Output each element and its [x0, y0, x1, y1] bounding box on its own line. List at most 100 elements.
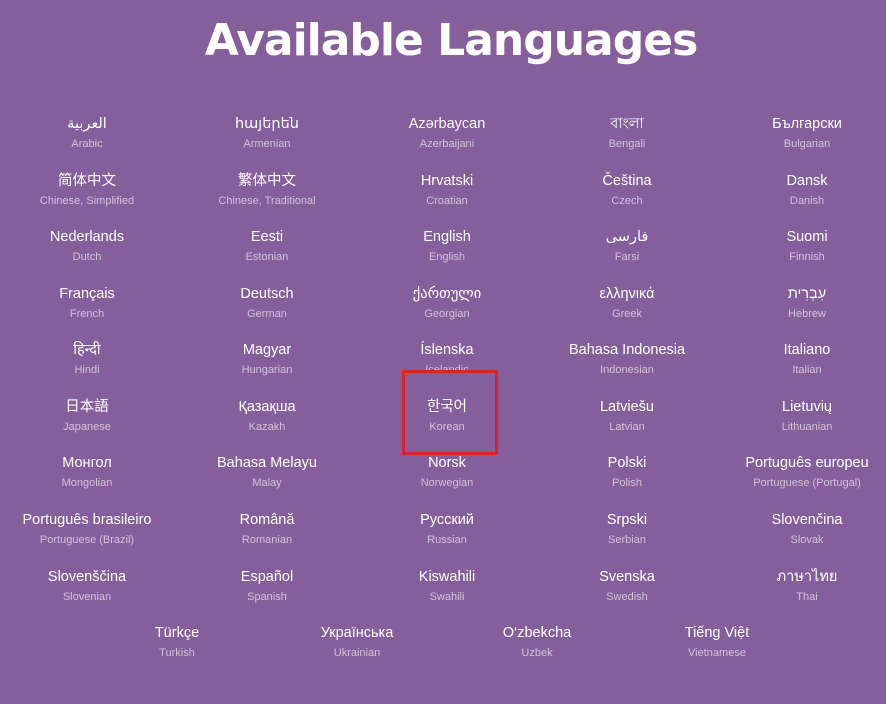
language-english-name: Malay — [252, 477, 282, 489]
language-english-name: Latvian — [609, 421, 645, 433]
language-item-swedish[interactable]: Svenska Swedish — [547, 568, 707, 608]
language-english-name: Ukrainian — [333, 647, 381, 659]
language-english-name: Chinese, Simplified — [39, 195, 135, 207]
language-english-name: Serbian — [608, 534, 646, 546]
language-item-uzbek[interactable]: O‘zbekcha Uzbek — [457, 624, 617, 664]
language-english-name: Romanian — [241, 534, 293, 546]
language-native-name: Magyar — [242, 342, 292, 358]
language-item-indonesian[interactable]: Bahasa Indonesia Indonesian — [547, 341, 707, 381]
language-english-name: Thai — [796, 591, 818, 603]
language-english-name: Arabic — [71, 138, 103, 150]
language-item-ukrainian[interactable]: Українська Ukrainian — [277, 624, 437, 664]
language-item-romanian[interactable]: Română Romanian — [187, 511, 347, 551]
language-native-name: हिन्दी — [73, 342, 101, 358]
language-english-name: Finnish — [789, 251, 825, 263]
language-item-bengali[interactable]: বাংলা Bengali — [547, 115, 707, 155]
language-item-georgian[interactable]: ქართული Georgian — [367, 285, 527, 325]
language-item-english[interactable]: English English — [367, 228, 527, 268]
language-item-finnish[interactable]: Suomi Finnish — [727, 228, 886, 268]
language-item-spanish[interactable]: Español Spanish — [187, 568, 347, 608]
language-item-latvian[interactable]: Latviešu Latvian — [547, 398, 707, 438]
language-native-name: ελληνικά — [599, 286, 655, 302]
language-item-croatian[interactable]: Hrvatski Croatian — [367, 172, 527, 212]
language-english-name: Greek — [612, 308, 642, 320]
language-native-name: Latviešu — [599, 399, 654, 415]
language-item-hungarian[interactable]: Magyar Hungarian — [187, 341, 347, 381]
language-item-turkish[interactable]: Türkçe Turkish — [97, 624, 257, 664]
language-english-name: Icelandic — [425, 364, 469, 376]
language-native-name: Norsk — [428, 455, 466, 471]
language-native-name: Azərbaycan — [408, 116, 486, 132]
language-native-name: Português europeu — [745, 455, 869, 471]
language-item-chinese-simplified[interactable]: 简体中文 Chinese, Simplified — [7, 172, 167, 212]
language-english-name: Spanish — [247, 591, 287, 603]
language-item-azerbaijani[interactable]: Azərbaycan Azerbaijani — [367, 115, 527, 155]
language-native-name: فارسی — [605, 229, 649, 245]
language-item-hebrew[interactable]: עִבְרִית Hebrew — [727, 285, 886, 325]
language-native-name: עִבְרִית — [787, 286, 827, 302]
language-english-name: Lithuanian — [781, 421, 833, 433]
language-native-name: Română — [239, 512, 295, 528]
language-item-greek[interactable]: ελληνικά Greek — [547, 285, 707, 325]
language-item-arabic[interactable]: العربية Arabic — [7, 115, 167, 155]
language-item-swahili[interactable]: Kiswahili Swahili — [367, 568, 527, 608]
language-native-name: Suomi — [786, 229, 828, 245]
language-native-name: Polski — [607, 455, 647, 471]
language-english-name: Kazakh — [248, 421, 286, 433]
language-item-vietnamese[interactable]: Tiếng Việt Vietnamese — [637, 624, 797, 664]
language-item-portuguese-brazil[interactable]: Português brasileiro Portuguese (Brazil) — [7, 511, 167, 551]
language-item-norwegian[interactable]: Norsk Norwegian — [367, 454, 527, 494]
language-native-name: 繁体中文 — [238, 173, 296, 189]
language-english-name: Danish — [789, 195, 825, 207]
language-native-name: Kiswahili — [418, 569, 476, 585]
language-english-name: Bengali — [608, 138, 646, 150]
page-title: Available Languages — [204, 15, 699, 66]
language-native-name: Bahasa Indonesia — [568, 342, 686, 358]
language-item-farsi[interactable]: فارسی Farsi — [547, 228, 707, 268]
language-english-name: Mongolian — [61, 477, 113, 489]
language-english-name: Croatian — [426, 195, 468, 207]
language-item-hindi[interactable]: हिन्दी Hindi — [7, 341, 167, 381]
language-native-name: Türkçe — [154, 625, 200, 641]
language-item-danish[interactable]: Dansk Danish — [727, 172, 886, 212]
language-item-slovenian[interactable]: Slovenščina Slovenian — [7, 568, 167, 608]
language-item-russian[interactable]: Русский Russian — [367, 511, 527, 551]
language-english-name: Czech — [611, 195, 643, 207]
language-item-kazakh[interactable]: Қазақша Kazakh — [187, 398, 347, 438]
language-item-czech[interactable]: Čeština Czech — [547, 172, 707, 212]
language-item-armenian[interactable]: հայերեն Armenian — [187, 115, 347, 155]
language-item-serbian[interactable]: Srpski Serbian — [547, 511, 707, 551]
language-english-name: Swahili — [429, 591, 465, 603]
language-english-name: Hebrew — [788, 308, 826, 320]
language-item-dutch[interactable]: Nederlands Dutch — [7, 228, 167, 268]
language-item-mongolian[interactable]: Монгол Mongolian — [7, 454, 167, 494]
language-native-name: English — [423, 229, 471, 245]
language-english-name: French — [69, 308, 105, 320]
language-native-name: Bahasa Melayu — [217, 455, 317, 471]
language-item-italian[interactable]: Italiano Italian — [727, 341, 886, 381]
language-native-name: 简体中文 — [58, 173, 116, 189]
language-item-lithuanian[interactable]: Lietuvių Lithuanian — [727, 398, 886, 438]
language-item-german[interactable]: Deutsch German — [187, 285, 347, 325]
language-item-chinese-traditional[interactable]: 繁体中文 Chinese, Traditional — [187, 172, 347, 212]
language-item-polish[interactable]: Polski Polish — [547, 454, 707, 494]
language-item-slovak[interactable]: Slovenčina Slovak — [727, 511, 886, 551]
language-item-portuguese-portugal[interactable]: Português europeu Portuguese (Portugal) — [727, 454, 886, 494]
language-item-malay[interactable]: Bahasa Melayu Malay — [187, 454, 347, 494]
language-native-name: Монгол — [62, 455, 112, 471]
language-english-name: German — [247, 308, 287, 320]
language-item-french[interactable]: Français French — [7, 285, 167, 325]
language-item-bulgarian[interactable]: Български Bulgarian — [727, 115, 886, 155]
language-item-thai[interactable]: ภาษาไทย Thai — [727, 568, 886, 608]
language-native-name: Français — [59, 286, 115, 302]
language-english-name: Portuguese (Brazil) — [39, 534, 135, 546]
language-english-name: Estonian — [245, 251, 289, 263]
language-item-korean[interactable]: 한국어 Korean — [367, 398, 527, 438]
language-native-name: Íslenska — [420, 342, 474, 358]
language-item-estonian[interactable]: Eesti Estonian — [187, 228, 347, 268]
language-english-name: Hindi — [74, 364, 100, 376]
language-item-icelandic[interactable]: Íslenska Icelandic — [367, 341, 527, 381]
language-native-name: Português brasileiro — [22, 512, 152, 528]
language-item-japanese[interactable]: 日本語 Japanese — [7, 398, 167, 438]
language-native-name: Қазақша — [238, 399, 296, 415]
